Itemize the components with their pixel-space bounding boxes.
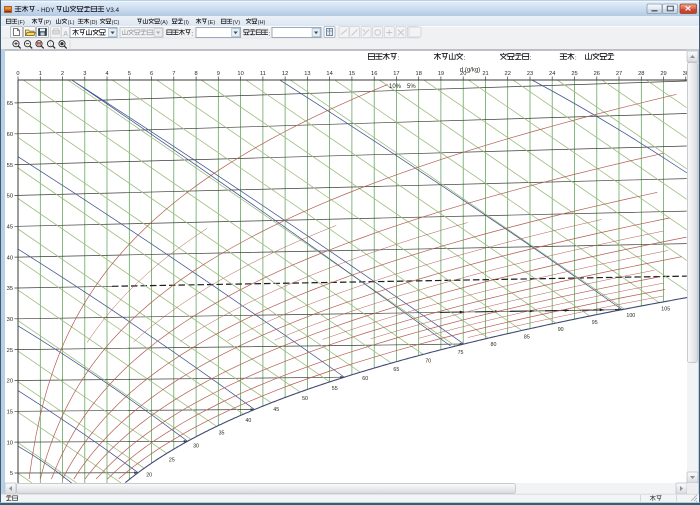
svg-text:27: 27 bbox=[616, 71, 622, 77]
svg-text:65: 65 bbox=[393, 367, 399, 373]
svg-text:22: 22 bbox=[505, 71, 511, 77]
svg-text:11: 11 bbox=[260, 71, 266, 77]
svg-text:50: 50 bbox=[302, 396, 308, 402]
svg-text:25: 25 bbox=[571, 71, 577, 77]
svg-text:15: 15 bbox=[349, 71, 355, 77]
svg-text:65: 65 bbox=[7, 101, 13, 107]
svg-text:17: 17 bbox=[393, 71, 399, 77]
svg-text:25: 25 bbox=[7, 348, 13, 354]
svg-text:80: 80 bbox=[491, 342, 497, 348]
svg-text:25: 25 bbox=[169, 457, 175, 463]
svg-text:2: 2 bbox=[61, 71, 64, 77]
svg-text:12: 12 bbox=[282, 71, 288, 77]
svg-text:16: 16 bbox=[371, 71, 377, 77]
svg-text:21: 21 bbox=[482, 71, 488, 77]
svg-text:60: 60 bbox=[7, 132, 13, 138]
svg-text:30: 30 bbox=[7, 317, 13, 323]
svg-text:85: 85 bbox=[524, 335, 530, 341]
svg-text:75: 75 bbox=[458, 350, 464, 356]
svg-text:50: 50 bbox=[7, 194, 13, 200]
svg-text:6: 6 bbox=[150, 71, 153, 77]
svg-text:29: 29 bbox=[660, 71, 666, 77]
svg-text:5: 5 bbox=[10, 471, 13, 477]
svg-text:4: 4 bbox=[105, 71, 108, 77]
svg-text:7: 7 bbox=[172, 71, 175, 77]
svg-text:d (g/kg): d (g/kg) bbox=[460, 68, 480, 74]
svg-text:55: 55 bbox=[7, 163, 13, 169]
svg-text:18: 18 bbox=[416, 71, 422, 77]
svg-text:35: 35 bbox=[7, 286, 13, 292]
svg-text:15: 15 bbox=[7, 410, 13, 416]
svg-text:20: 20 bbox=[146, 472, 152, 478]
svg-text:90: 90 bbox=[558, 327, 564, 333]
svg-text:95: 95 bbox=[592, 320, 598, 326]
svg-text:45: 45 bbox=[7, 225, 13, 231]
svg-text:30: 30 bbox=[683, 71, 689, 77]
svg-text:10: 10 bbox=[7, 440, 13, 446]
svg-text:35: 35 bbox=[219, 430, 225, 436]
svg-text:105: 105 bbox=[661, 307, 670, 313]
svg-text:5: 5 bbox=[128, 71, 131, 77]
svg-text:45: 45 bbox=[273, 407, 279, 413]
svg-text:28: 28 bbox=[638, 71, 644, 77]
svg-text:10: 10 bbox=[237, 71, 243, 77]
svg-text:9: 9 bbox=[217, 71, 220, 77]
svg-text:24: 24 bbox=[549, 71, 555, 77]
svg-text:70: 70 bbox=[425, 358, 431, 364]
svg-text:100: 100 bbox=[626, 313, 635, 319]
svg-text:14: 14 bbox=[326, 71, 332, 77]
svg-text:55: 55 bbox=[332, 386, 338, 392]
svg-text:0: 0 bbox=[16, 71, 19, 77]
svg-text:5%: 5% bbox=[407, 84, 416, 90]
svg-text:20: 20 bbox=[7, 379, 13, 385]
svg-text:19: 19 bbox=[438, 71, 444, 77]
svg-text:13: 13 bbox=[304, 71, 310, 77]
svg-text:1: 1 bbox=[39, 71, 42, 77]
svg-text:60: 60 bbox=[362, 376, 368, 382]
svg-text:3: 3 bbox=[83, 71, 86, 77]
svg-text:10%: 10% bbox=[389, 84, 402, 90]
svg-text:40: 40 bbox=[245, 418, 251, 424]
svg-text:30: 30 bbox=[193, 443, 199, 449]
svg-text:40: 40 bbox=[7, 255, 13, 261]
svg-text:26: 26 bbox=[594, 71, 600, 77]
svg-text:23: 23 bbox=[527, 71, 533, 77]
svg-text:8: 8 bbox=[195, 71, 198, 77]
